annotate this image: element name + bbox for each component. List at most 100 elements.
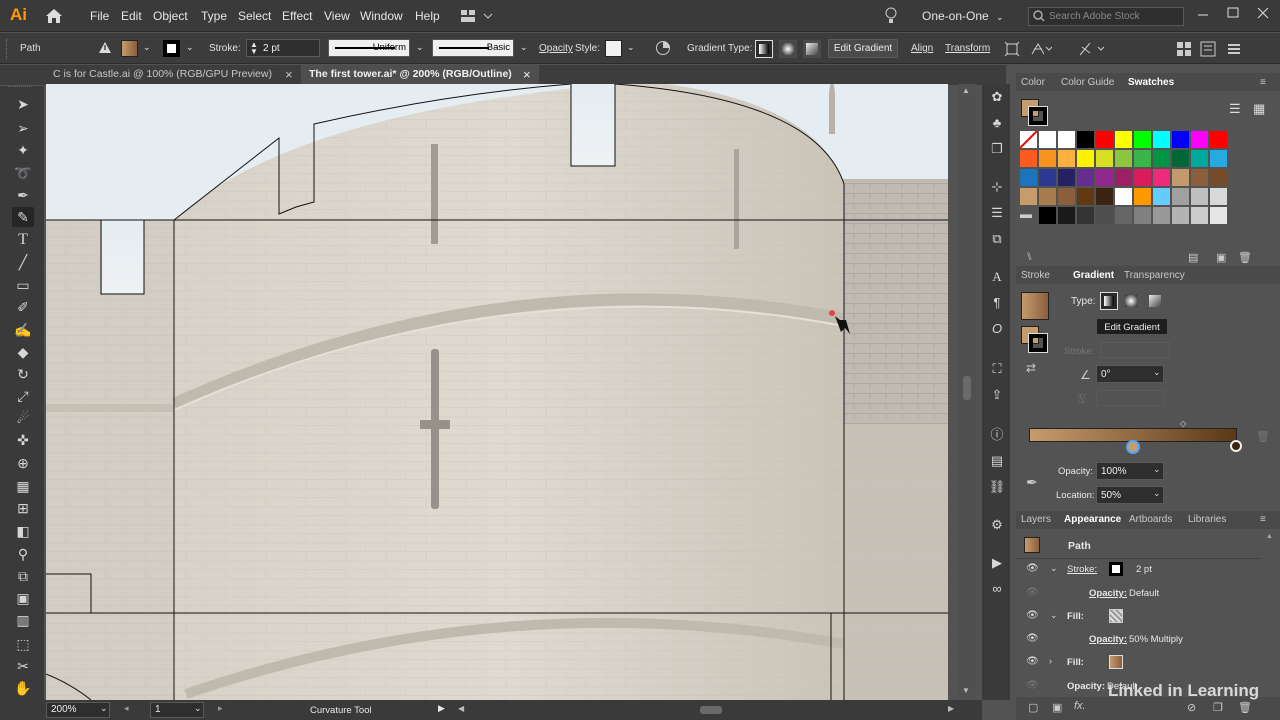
- line-segment-tool-icon[interactable]: ╱: [12, 252, 34, 272]
- clear-appearance-icon[interactable]: ⊘: [1187, 701, 1196, 714]
- menu-help[interactable]: Help: [415, 9, 440, 23]
- color-swatch[interactable]: [1115, 188, 1132, 205]
- color-swatch[interactable]: [1039, 131, 1056, 148]
- visibility-eye-icon[interactable]: 👁︎: [1026, 610, 1039, 621]
- maximize-button[interactable]: [1226, 6, 1240, 20]
- freeform-gradient-button[interactable]: [1146, 292, 1164, 310]
- color-swatch[interactable]: [1153, 169, 1170, 186]
- chevron-down-icon[interactable]: ⌄: [1153, 488, 1161, 499]
- scroll-up-icon[interactable]: ▲: [962, 86, 970, 95]
- slice-tool-icon[interactable]: ✂: [12, 656, 34, 676]
- color-swatch[interactable]: [1134, 131, 1151, 148]
- chevron-down-icon[interactable]: ⌄: [1050, 610, 1058, 621]
- color-swatch[interactable]: [1058, 207, 1075, 224]
- paintbrush-tool-icon[interactable]: ✐: [12, 297, 34, 317]
- symbol-sprayer-tool-icon[interactable]: ▣: [12, 588, 34, 608]
- tab-transparency[interactable]: Transparency: [1124, 270, 1185, 281]
- color-swatch[interactable]: [1153, 188, 1170, 205]
- new-color-group-icon[interactable]: ▤: [1188, 251, 1198, 264]
- stroke-opacity-label[interactable]: Opacity:: [1089, 588, 1127, 599]
- linear-gradient-button[interactable]: [755, 40, 773, 58]
- asset-export-icon[interactable]: ⇪: [988, 386, 1006, 404]
- color-swatch[interactable]: [1096, 169, 1113, 186]
- color-swatch[interactable]: [1077, 188, 1094, 205]
- properties-icon[interactable]: [1200, 41, 1216, 57]
- eraser-tool-icon[interactable]: ◆: [12, 342, 34, 362]
- duplicate-item-icon[interactable]: ❐: [1213, 701, 1223, 714]
- color-swatch[interactable]: [1134, 207, 1151, 224]
- magic-wand-tool-icon[interactable]: ✦: [12, 140, 34, 160]
- warp-tool-icon[interactable]: ☄: [12, 408, 34, 428]
- curvature-tool-icon[interactable]: ✎: [12, 207, 34, 227]
- vertical-scrollbar[interactable]: ▲ ▼: [958, 84, 976, 700]
- color-swatch[interactable]: [1172, 188, 1189, 205]
- chevron-down-icon[interactable]: ⌄: [520, 42, 528, 53]
- rectangle-tool-icon[interactable]: ▭: [12, 275, 34, 295]
- shape-builder-icon[interactable]: [1078, 41, 1108, 57]
- color-swatch[interactable]: [1020, 150, 1037, 167]
- color-swatch[interactable]: [1210, 131, 1227, 148]
- color-swatch[interactable]: [1058, 131, 1075, 148]
- next-artboard-icon[interactable]: ▸: [218, 703, 223, 714]
- panel-scrollbar[interactable]: ▲: [1266, 533, 1274, 693]
- pathfinder-icon[interactable]: ⧉: [988, 230, 1006, 248]
- color-swatch[interactable]: [1191, 150, 1208, 167]
- chevron-down-icon[interactable]: ⌄: [194, 703, 202, 714]
- gradient-preview-swatch[interactable]: [1021, 292, 1049, 320]
- chevron-down-icon[interactable]: ⌄: [186, 42, 194, 53]
- blend-tool-icon[interactable]: ⧉: [12, 566, 34, 586]
- close-icon[interactable]: ×: [523, 65, 531, 84]
- color-swatch[interactable]: [1134, 150, 1151, 167]
- color-swatch[interactable]: [1172, 169, 1189, 186]
- color-swatch[interactable]: [1077, 131, 1094, 148]
- close-window-button[interactable]: [1256, 6, 1270, 20]
- align-link[interactable]: Align: [911, 43, 933, 54]
- menu-select[interactable]: Select: [238, 9, 271, 23]
- brush-definition[interactable]: Basic: [432, 39, 514, 57]
- color-swatch[interactable]: [1134, 169, 1151, 186]
- chevron-down-icon[interactable]: ⌄: [100, 703, 108, 714]
- gradient-stop-end[interactable]: [1230, 440, 1242, 452]
- opentype-icon[interactable]: O: [988, 320, 1006, 338]
- color-swatch[interactable]: [1172, 150, 1189, 167]
- color-swatch[interactable]: [1115, 131, 1132, 148]
- canvas-artboard[interactable]: [46, 84, 948, 700]
- color-group-folder-icon[interactable]: ▬: [1020, 207, 1037, 224]
- tab-libraries[interactable]: Libraries: [1188, 514, 1226, 525]
- chevron-down-icon[interactable]: ⌄: [1050, 563, 1058, 574]
- color-swatch[interactable]: [1172, 207, 1189, 224]
- isolate-icon[interactable]: [1004, 41, 1020, 57]
- fill-stroke-proxy[interactable]: [1021, 326, 1048, 353]
- gradient-stop-start[interactable]: [1126, 440, 1140, 454]
- color-swatch[interactable]: [1058, 150, 1075, 167]
- stroke-swatch[interactable]: [163, 40, 180, 57]
- color-swatch[interactable]: [1115, 169, 1132, 186]
- opacity-label[interactable]: Opacity: [539, 43, 573, 54]
- chevron-down-icon[interactable]: ⌄: [416, 42, 424, 53]
- shaper-tool-icon[interactable]: ✍: [12, 320, 34, 340]
- graphic-style-swatch[interactable]: [605, 40, 622, 57]
- gradient-tool-icon[interactable]: ◧: [12, 521, 34, 541]
- visibility-eye-icon[interactable]: 👁︎: [1026, 656, 1039, 667]
- tab-color-guide[interactable]: Color Guide: [1061, 77, 1114, 88]
- color-swatch[interactable]: [1077, 207, 1094, 224]
- lightbulb-icon[interactable]: [884, 7, 898, 25]
- object-opacity-label[interactable]: Opacity:: [1067, 681, 1105, 692]
- panel-menu-icon[interactable]: ≡: [1260, 77, 1266, 88]
- direct-selection-tool-icon[interactable]: ➢: [12, 118, 34, 138]
- color-swatch[interactable]: [1191, 207, 1208, 224]
- puppet-warp-icon[interactable]: [1030, 41, 1052, 57]
- workspace-switcher[interactable]: One-on-One ⌄: [922, 9, 1004, 23]
- add-new-effect-icon[interactable]: fx.: [1074, 700, 1086, 712]
- color-swatch[interactable]: [1077, 150, 1094, 167]
- puppet-warp-tool-icon[interactable]: ✜: [12, 430, 34, 450]
- add-new-stroke-icon[interactable]: ▢: [1028, 701, 1038, 714]
- swatch-library-icon[interactable]: ⑊: [1026, 251, 1033, 263]
- color-swatch[interactable]: [1096, 150, 1113, 167]
- graphic-styles-icon[interactable]: ❐: [988, 140, 1006, 158]
- actions-play-icon[interactable]: ▶: [988, 554, 1006, 572]
- menu-file[interactable]: File: [90, 9, 109, 23]
- stroke-stepper-icon[interactable]: ▲ ▼: [250, 41, 258, 56]
- color-swatch[interactable]: [1058, 188, 1075, 205]
- scroll-left-icon[interactable]: ◀: [458, 704, 464, 713]
